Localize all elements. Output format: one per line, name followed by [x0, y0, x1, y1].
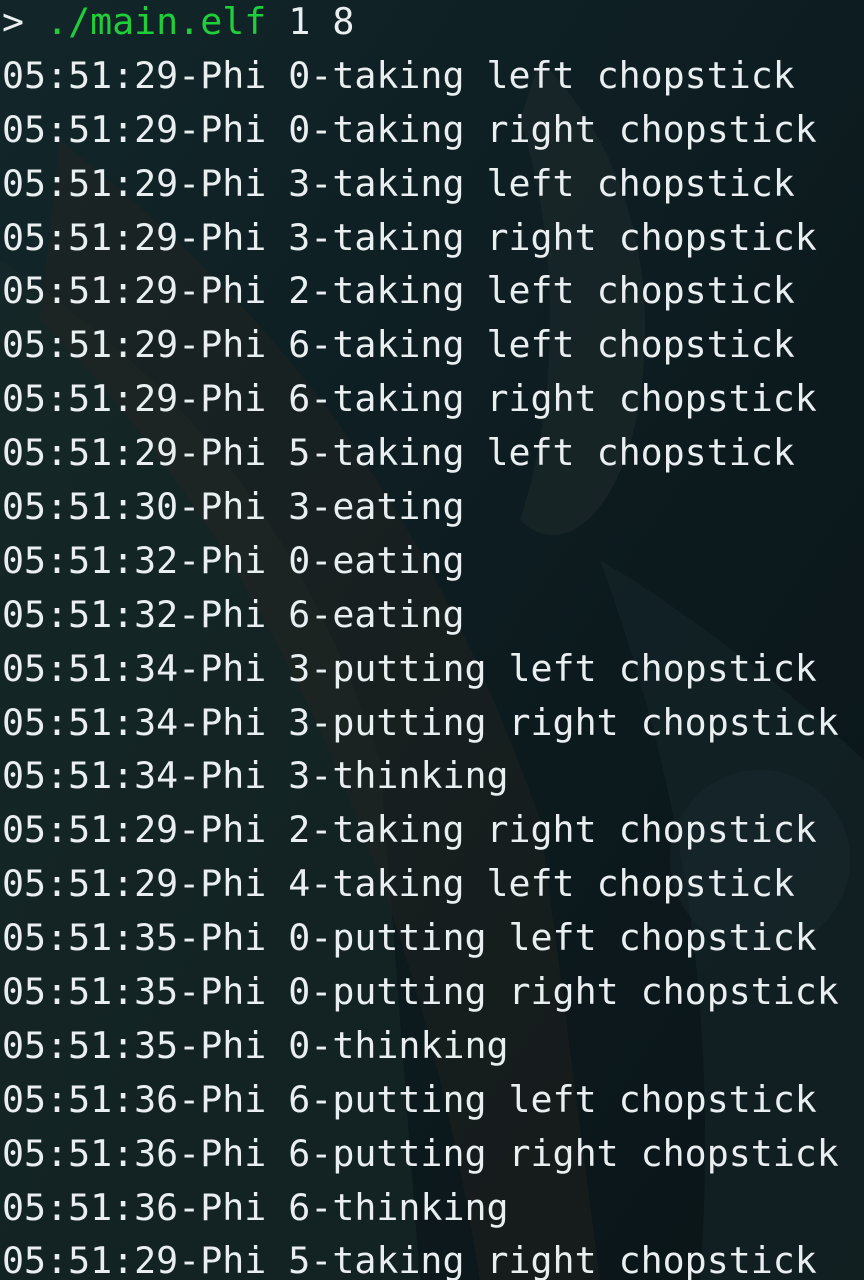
- output-line: 05:51:29-Phi 5-taking left chopstick: [2, 431, 795, 475]
- prompt-symbol: >: [2, 0, 25, 43]
- output-line: 05:51:34-Phi 3-putting right chopstick: [2, 700, 839, 744]
- output-line: 05:51:30-Phi 3-eating: [2, 485, 465, 529]
- output-line: 05:51:34-Phi 3-thinking: [2, 754, 509, 798]
- prompt-line: > ./main.elf 1 8: [2, 0, 864, 54]
- output-line: 05:51:32-Phi 0-eating: [2, 538, 465, 582]
- command-args: 1 8: [288, 0, 355, 43]
- output-line: 05:51:29-Phi 2-taking left chopstick: [2, 269, 795, 313]
- output-line: 05:51:36-Phi 6-putting left chopstick: [2, 1077, 817, 1121]
- output-line: 05:51:35-Phi 0-putting right chopstick: [2, 970, 839, 1014]
- output-line: 05:51:36-Phi 6-putting right chopstick: [2, 1131, 839, 1175]
- output-line: 05:51:34-Phi 3-putting left chopstick: [2, 646, 817, 690]
- output-line: 05:51:29-Phi 0-taking left chopstick: [2, 53, 795, 97]
- output-line: 05:51:35-Phi 0-putting left chopstick: [2, 916, 817, 960]
- output-line: 05:51:29-Phi 3-taking left chopstick: [2, 161, 795, 205]
- command-text: ./main.elf: [46, 0, 267, 43]
- output-line: 05:51:29-Phi 6-taking right chopstick: [2, 377, 817, 421]
- output-line: 05:51:29-Phi 3-taking right chopstick: [2, 215, 817, 259]
- output-line: 05:51:35-Phi 0-thinking: [2, 1023, 509, 1067]
- output-line: 05:51:32-Phi 6-eating: [2, 592, 465, 636]
- terminal-output[interactable]: > ./main.elf 1 8 05:51:29-Phi 0-taking l…: [0, 0, 864, 1280]
- output-line: 05:51:36-Phi 6-thinking: [2, 1185, 509, 1229]
- output-line: 05:51:29-Phi 6-taking left chopstick: [2, 323, 795, 367]
- output-line: 05:51:29-Phi 2-taking right chopstick: [2, 808, 817, 852]
- output-line: 05:51:29-Phi 4-taking left chopstick: [2, 862, 795, 906]
- output-line: 05:51:29-Phi 5-taking right chopstick: [2, 1239, 817, 1280]
- output-line: 05:51:29-Phi 0-taking right chopstick: [2, 107, 817, 151]
